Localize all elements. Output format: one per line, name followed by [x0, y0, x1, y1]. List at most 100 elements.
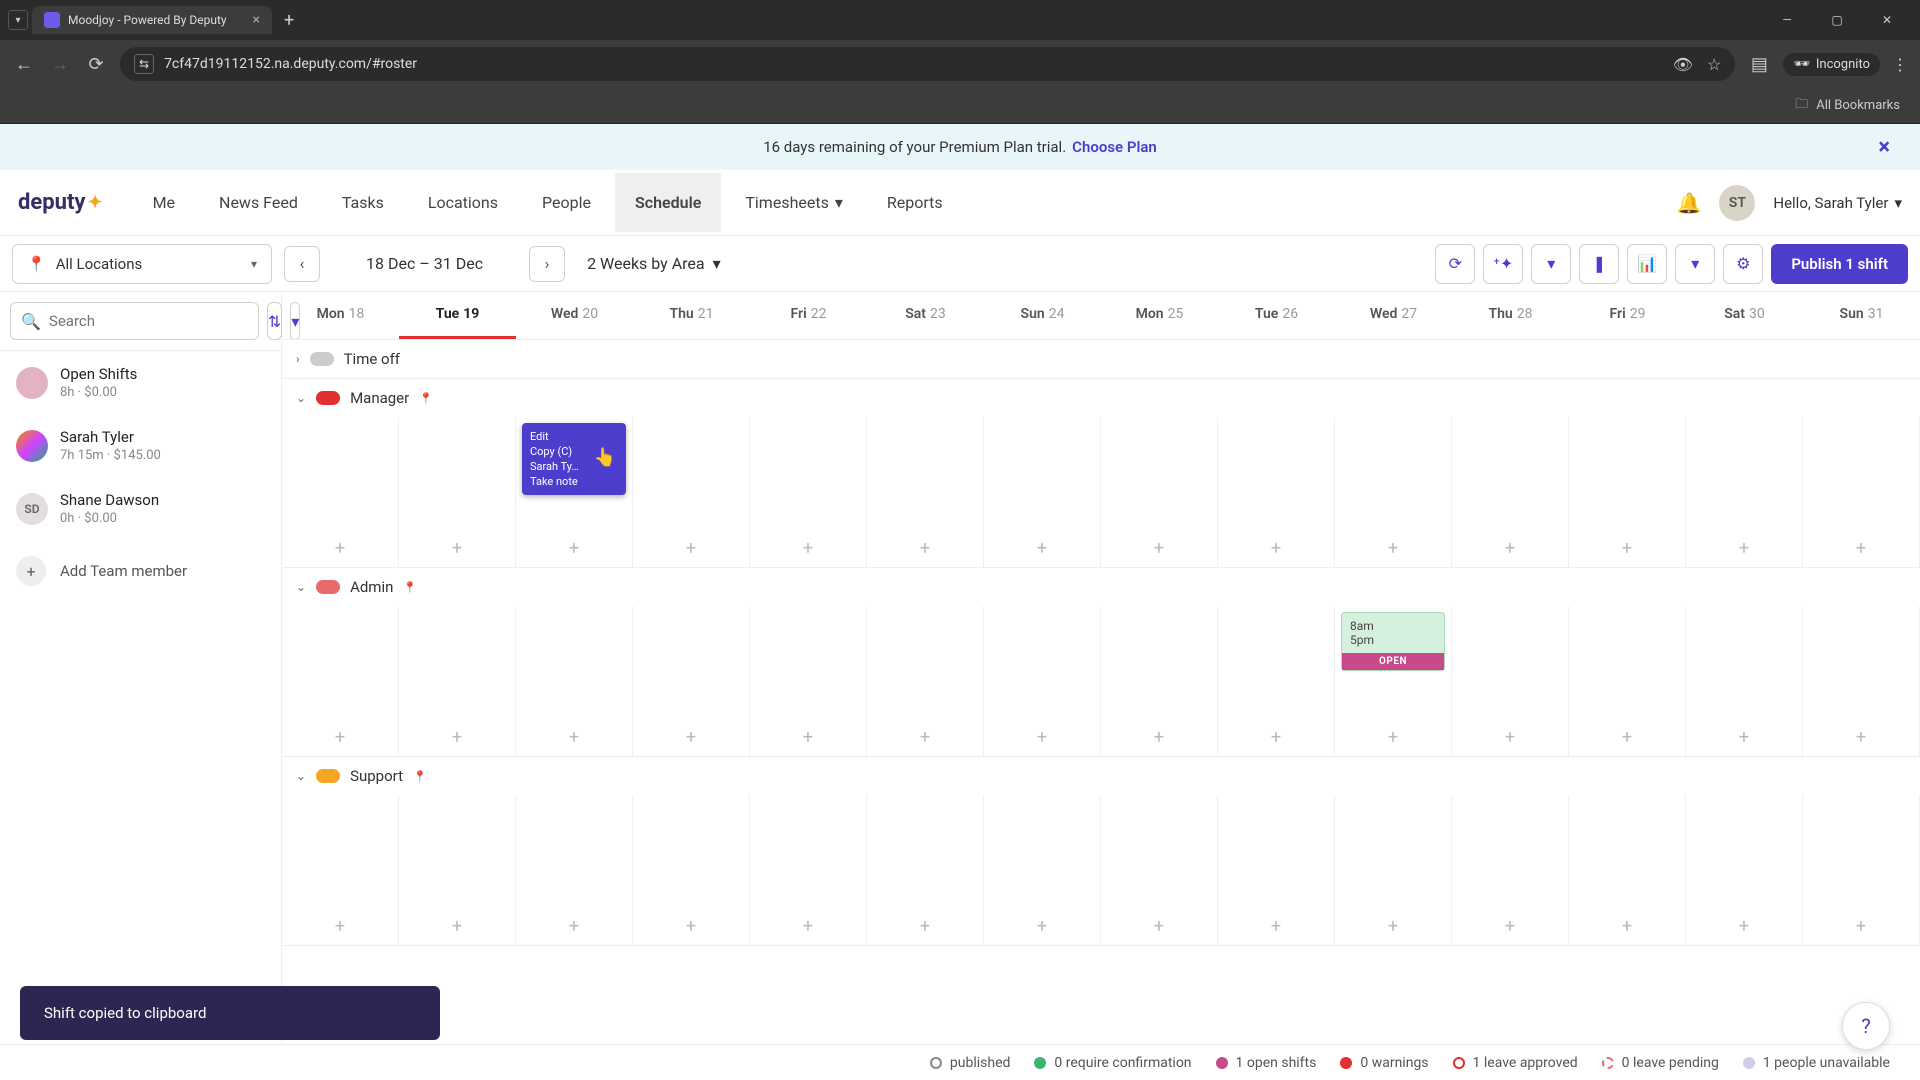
schedule-cell[interactable]: +	[984, 606, 1101, 756]
add-shift-button[interactable]: +	[452, 727, 462, 748]
schedule-cell[interactable]: +	[867, 606, 984, 756]
back-button[interactable]: ←	[12, 54, 36, 75]
schedule-cell[interactable]: +	[1101, 606, 1218, 756]
day-column-header[interactable]: Sun31	[1803, 292, 1920, 339]
incognito-badge[interactable]: 🕶 Incognito	[1783, 53, 1880, 76]
schedule-cell[interactable]: +8am5pmOPEN	[1335, 606, 1452, 756]
chevron-icon[interactable]: ⌄	[296, 391, 306, 405]
magic-dropdown-button[interactable]: ▾	[1531, 244, 1571, 284]
day-column-header[interactable]: Thu28	[1452, 292, 1569, 339]
add-shift-button[interactable]: +	[335, 916, 345, 937]
add-shift-button[interactable]: +	[686, 727, 696, 748]
schedule-cell[interactable]: +	[1686, 417, 1803, 567]
deputy-logo[interactable]: deputy✦	[18, 190, 103, 215]
day-column-header[interactable]: Mon18	[282, 292, 399, 339]
add-shift-button[interactable]: +	[920, 916, 930, 937]
nav-item-timesheets[interactable]: Timesheets▾	[725, 173, 863, 232]
nav-item-reports[interactable]: Reports	[867, 173, 963, 232]
schedule-cell[interactable]: +	[633, 606, 750, 756]
day-column-header[interactable]: Tue19	[399, 292, 516, 339]
day-column-header[interactable]: Wed20	[516, 292, 633, 339]
schedule-cell[interactable]: +	[750, 606, 867, 756]
schedule-cell[interactable]: +	[1101, 795, 1218, 945]
context-menu-item[interactable]: Take note	[530, 474, 618, 489]
day-column-header[interactable]: Wed27	[1335, 292, 1452, 339]
add-shift-button[interactable]: +	[803, 538, 813, 559]
add-shift-button[interactable]: +	[1622, 916, 1632, 937]
schedule-cell[interactable]: +	[516, 795, 633, 945]
sidebar-member[interactable]: SDShane Dawson0h · $0.00	[0, 477, 281, 540]
schedule-cell[interactable]: +	[282, 795, 399, 945]
schedule-cell[interactable]: +	[1569, 795, 1686, 945]
nav-item-tasks[interactable]: Tasks	[322, 173, 404, 232]
day-column-header[interactable]: Sat23	[867, 292, 984, 339]
schedule-cell[interactable]: +	[399, 795, 516, 945]
nav-item-me[interactable]: Me	[133, 173, 195, 232]
publish-button[interactable]: Publish 1 shift	[1771, 244, 1908, 284]
add-shift-button[interactable]: +	[1739, 916, 1749, 937]
schedule-cell[interactable]: +	[750, 417, 867, 567]
side-panel-icon[interactable]: ▤	[1747, 54, 1771, 75]
schedule-cell[interactable]: +	[633, 795, 750, 945]
day-column-header[interactable]: Fri29	[1569, 292, 1686, 339]
nav-item-schedule[interactable]: Schedule	[615, 173, 721, 232]
add-shift-button[interactable]: +	[569, 727, 579, 748]
add-shift-button[interactable]: +	[1505, 727, 1515, 748]
schedule-cell[interactable]: +	[1452, 795, 1569, 945]
schedule-cell[interactable]: +	[984, 417, 1101, 567]
add-shift-button[interactable]: +	[1388, 538, 1398, 559]
magic-add-button[interactable]: ⁺✦	[1483, 244, 1523, 284]
schedule-cell[interactable]: +	[1335, 417, 1452, 567]
schedule-cell[interactable]: +	[1686, 795, 1803, 945]
add-shift-button[interactable]: +	[1271, 727, 1281, 748]
area-header[interactable]: ⌄Manager 📍	[282, 379, 1920, 417]
sidebar-member[interactable]: Sarah Tyler7h 15m · $145.00	[0, 414, 281, 477]
view-selector[interactable]: 2 Weeks by Area ▾	[577, 254, 731, 273]
add-team-member-button[interactable]: + Add Team member	[0, 540, 281, 602]
add-shift-button[interactable]: +	[1622, 727, 1632, 748]
schedule-cell[interactable]: +	[1686, 606, 1803, 756]
schedule-cell[interactable]: +	[282, 606, 399, 756]
close-tab-icon[interactable]: ×	[253, 12, 260, 28]
add-shift-button[interactable]: +	[452, 538, 462, 559]
site-settings-icon[interactable]: ⇆	[134, 54, 154, 74]
notifications-bell-icon[interactable]: 🔔	[1676, 191, 1701, 215]
add-shift-button[interactable]: +	[569, 538, 579, 559]
area-header[interactable]: ⌄Admin 📍	[282, 568, 1920, 606]
add-shift-button[interactable]: +	[1505, 916, 1515, 937]
add-shift-button[interactable]: +	[1388, 916, 1398, 937]
schedule-cell[interactable]: +	[867, 417, 984, 567]
window-minimize-button[interactable]: ―	[1772, 13, 1802, 27]
schedule-cell[interactable]: +	[1803, 795, 1920, 945]
schedule-cell[interactable]: +	[1101, 417, 1218, 567]
sidebar-member[interactable]: Open Shifts8h · $0.00	[0, 351, 281, 414]
add-shift-button[interactable]: +	[1037, 538, 1047, 559]
location-selector[interactable]: 📍 All Locations ▾	[12, 244, 272, 284]
day-column-header[interactable]: Thu21	[633, 292, 750, 339]
schedule-cell[interactable]: +	[1803, 417, 1920, 567]
day-column-header[interactable]: Mon25	[1101, 292, 1218, 339]
day-column-header[interactable]: Sat30	[1686, 292, 1803, 339]
schedule-cell[interactable]: +	[1803, 606, 1920, 756]
area-header[interactable]: ⌄Support 📍	[282, 757, 1920, 795]
browser-tab[interactable]: Moodjoy - Powered By Deputy ×	[32, 6, 272, 34]
add-shift-button[interactable]: +	[452, 916, 462, 937]
add-shift-button[interactable]: +	[1856, 916, 1866, 937]
add-shift-button[interactable]: +	[920, 538, 930, 559]
add-shift-button[interactable]: +	[1037, 727, 1047, 748]
add-shift-button[interactable]: +	[686, 916, 696, 937]
add-shift-button[interactable]: +	[1856, 538, 1866, 559]
prev-period-button[interactable]: ‹	[284, 246, 320, 282]
chevron-icon[interactable]: ›	[296, 352, 300, 366]
add-shift-button[interactable]: +	[1739, 538, 1749, 559]
schedule-cell[interactable]: +	[1452, 417, 1569, 567]
day-column-header[interactable]: Fri22	[750, 292, 867, 339]
browser-menu-button[interactable]: ⋮	[1892, 55, 1908, 74]
bookmark-star-icon[interactable]: ☆	[1707, 55, 1721, 74]
chevron-icon[interactable]: ⌄	[296, 769, 306, 783]
banner-close-button[interactable]: ×	[1878, 135, 1890, 160]
add-shift-button[interactable]: +	[335, 727, 345, 748]
address-bar[interactable]: ⇆ 7cf47d19112152.na.deputy.com/#roster 👁…	[120, 47, 1735, 81]
day-column-header[interactable]: Tue26	[1218, 292, 1335, 339]
add-shift-button[interactable]: +	[803, 727, 813, 748]
